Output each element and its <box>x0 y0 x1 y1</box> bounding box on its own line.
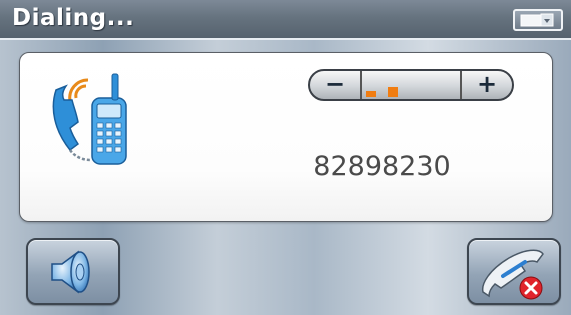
page-title: Dialing... <box>12 5 135 31</box>
window-toggle-icon <box>520 13 554 27</box>
volume-level-indicator[interactable] <box>362 71 460 99</box>
window-toggle-button[interactable] <box>513 9 563 31</box>
title-bar: Dialing... <box>0 0 571 40</box>
speaker-button[interactable] <box>26 238 120 305</box>
volume-bar <box>432 79 442 97</box>
call-panel: − + 82898230 <box>19 52 553 222</box>
volume-bar <box>410 83 420 97</box>
end-call-button[interactable] <box>467 238 561 305</box>
volume-bar <box>366 91 376 97</box>
speaker-icon <box>51 250 90 294</box>
volume-control: − + <box>308 69 514 101</box>
volume-up-button[interactable]: + <box>460 71 512 99</box>
volume-down-button[interactable]: − <box>310 71 362 99</box>
volume-bar <box>388 87 398 97</box>
dialed-number: 82898230 <box>313 151 451 182</box>
end-call-icon <box>481 249 544 300</box>
